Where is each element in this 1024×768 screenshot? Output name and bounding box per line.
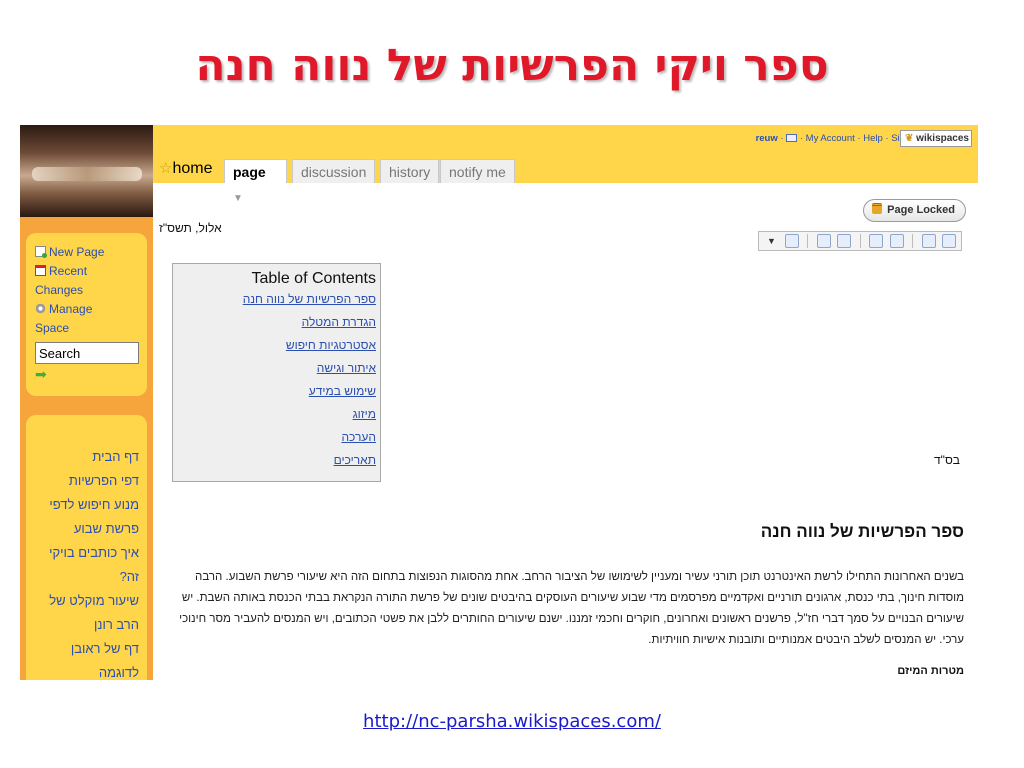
- toc-link[interactable]: ספר הפרשיות של נווה חנה: [177, 288, 376, 311]
- print-icon[interactable]: [869, 234, 884, 248]
- toc-link[interactable]: אסטרטגיות חיפוש: [177, 334, 376, 357]
- calendar-icon: [35, 265, 46, 276]
- toc-title: Table of Contents: [251, 270, 376, 287]
- nav-link[interactable]: שיעור מוקלט של: [30, 589, 139, 613]
- main-content: reuw · · My Account · Help · Sign Out · …: [153, 125, 978, 680]
- toc-link[interactable]: הערכה: [177, 426, 376, 449]
- nav-link[interactable]: דף הבית: [30, 445, 139, 469]
- save-icon[interactable]: [784, 234, 799, 248]
- zoom-out-icon[interactable]: [837, 234, 852, 248]
- nav-link[interactable]: זה?: [30, 565, 139, 589]
- nav-link[interactable]: הרב רונן: [30, 613, 139, 637]
- wikispaces-logo[interactable]: ❦ wikispaces: [900, 130, 972, 147]
- top-bar: reuw · · My Account · Help · Sign Out · …: [153, 125, 978, 204]
- toc-link[interactable]: הגדרת המטלה: [177, 311, 376, 334]
- page-toolbar: ▼: [758, 231, 962, 251]
- gear-icon: [35, 303, 46, 314]
- bsd-text: בס"ד: [934, 453, 960, 467]
- intro-paragraph: בשנים האחרונות התחילו לרשת האינטרנט תוכן…: [179, 571, 964, 646]
- new-page-icon: [35, 246, 47, 258]
- home-link[interactable]: ☆home: [159, 159, 212, 178]
- toc-link[interactable]: איתור וגישה: [177, 357, 376, 380]
- my-account-link[interactable]: My Account: [806, 133, 855, 144]
- page-heading: ספר הפרשיות של נווה חנה: [760, 522, 964, 541]
- search-input[interactable]: [35, 342, 139, 364]
- toolbar-separator: [807, 234, 809, 248]
- toc-link[interactable]: תאריכים: [177, 449, 376, 472]
- sidebar-actions: New Page RecentChanges ManageSpace ➡: [26, 233, 147, 396]
- export-icon[interactable]: [889, 234, 904, 248]
- wikispaces-logo-icon: ❦: [905, 133, 914, 144]
- table-of-contents: Table of Contents ספר הפרשיות של נווה חנ…: [172, 263, 381, 482]
- mail-icon[interactable]: [786, 134, 798, 142]
- nav-link[interactable]: מנוע חיפוש לדפי: [30, 493, 139, 517]
- nav-link[interactable]: לדוגמה: [30, 661, 139, 680]
- recent-changes-link[interactable]: Recent Changes: [35, 262, 141, 300]
- chevron-down-icon: ▼: [233, 193, 243, 204]
- goals-subheading: מטרות המיזם: [897, 665, 964, 677]
- toolbar-separator: [912, 234, 914, 248]
- tab-discussion[interactable]: discussion: [292, 159, 376, 183]
- username-link[interactable]: reuw: [756, 133, 778, 144]
- lock-icon: [872, 203, 883, 214]
- tab-notify-me[interactable]: notify me: [440, 159, 515, 183]
- page-date: אלול, תשס"ז: [159, 221, 222, 235]
- sidebar-navigation: דף הבית דפי הפרשיות מנוע חיפוש לדפי פרשת…: [26, 415, 147, 680]
- email-icon[interactable]: [942, 234, 956, 248]
- new-page-link[interactable]: New Page: [35, 243, 141, 262]
- toc-link[interactable]: שימוש במידע: [177, 380, 376, 403]
- site-url-link[interactable]: http://nc-parsha.wikispaces.com/: [0, 711, 1024, 732]
- search-go-arrow-icon[interactable]: ➡: [35, 366, 141, 383]
- nav-link[interactable]: דפי הפרשיות: [30, 469, 139, 493]
- zoom-in-icon[interactable]: [816, 234, 831, 248]
- nav-link[interactable]: דף של ראובן: [30, 637, 139, 661]
- screenshot-frame: New Page RecentChanges ManageSpace ➡ דף …: [20, 125, 978, 680]
- nav-link[interactable]: איך כותבים בויקי: [30, 541, 139, 565]
- page-locked-button[interactable]: Page Locked: [863, 199, 966, 222]
- left-sidebar: New Page RecentChanges ManageSpace ➡ דף …: [20, 125, 153, 680]
- manage-space-link[interactable]: Manage Space: [35, 300, 141, 338]
- star-icon[interactable]: ☆: [159, 160, 172, 177]
- nav-link[interactable]: פרשת שבוע: [30, 517, 139, 541]
- toolbar-separator: [859, 234, 861, 248]
- tab-page[interactable]: page ▼: [224, 159, 287, 204]
- toc-link[interactable]: מיזוג: [177, 403, 376, 426]
- tools-icon[interactable]: [921, 234, 936, 248]
- header-image: [20, 125, 153, 217]
- tab-history[interactable]: history: [380, 159, 440, 183]
- slide-title: ספר ויקי הפרשיות של נווה חנה: [195, 40, 829, 91]
- help-link[interactable]: Help: [863, 133, 883, 144]
- toolbar-dropdown-icon[interactable]: ▼: [764, 234, 778, 248]
